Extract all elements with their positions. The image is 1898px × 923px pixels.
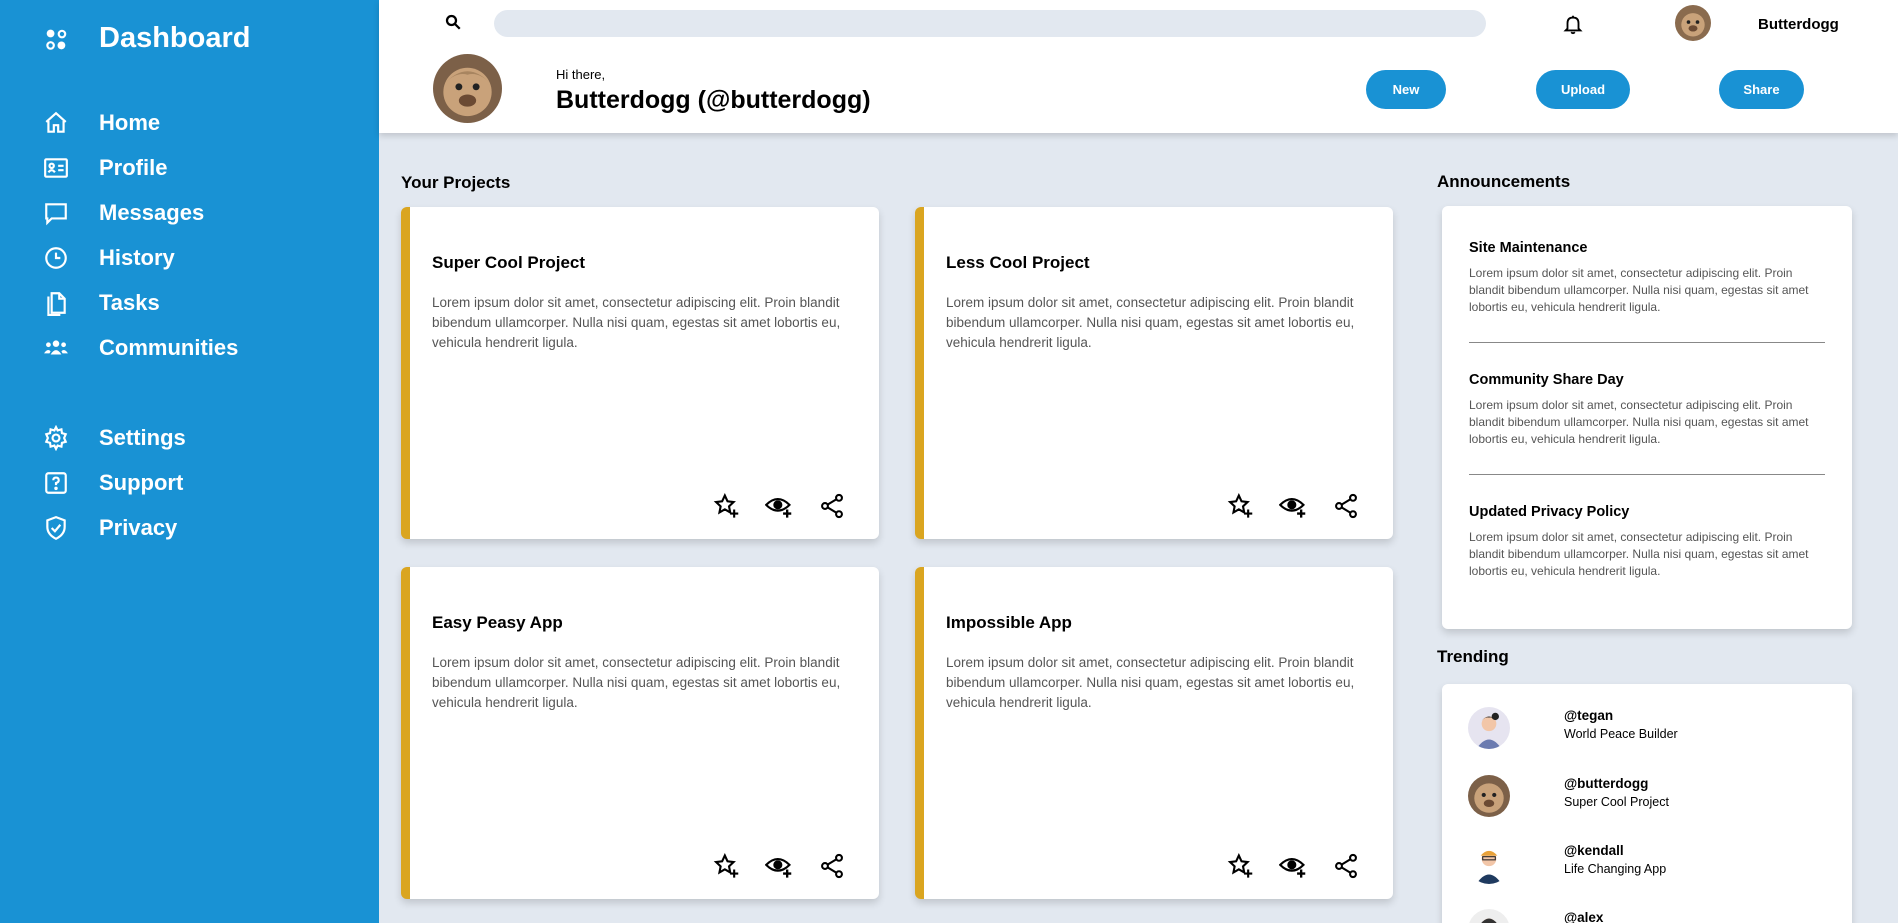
- sidebar-item-label: History: [99, 245, 175, 270]
- trending-handle: @tegan: [1564, 708, 1614, 723]
- announcement-title: Updated Privacy Policy: [1469, 504, 1630, 520]
- header-username[interactable]: Butterdogg: [1758, 16, 1839, 33]
- search-icon[interactable]: [444, 13, 462, 31]
- gear-icon: [44, 425, 68, 451]
- sidebar-item-label: Support: [99, 470, 184, 495]
- favorite-add-icon[interactable]: [712, 852, 740, 880]
- trending-item[interactable]: @kendall Life Changing App: [1468, 842, 1828, 886]
- project-description: Lorem ipsum dolor sit amet, consectetur …: [946, 655, 1355, 710]
- project-title: Super Cool Project: [432, 253, 586, 272]
- search-input[interactable]: [494, 10, 1486, 37]
- sidebar-item-support[interactable]: Support: [0, 462, 379, 502]
- project-description: Lorem ipsum dolor sit amet, consectetur …: [432, 295, 841, 350]
- trending-handle: @butterdogg: [1564, 776, 1649, 791]
- upload-button[interactable]: Upload: [1536, 70, 1630, 109]
- sidebar-item-label: Messages: [99, 200, 205, 225]
- avatar: [1468, 842, 1510, 884]
- sidebar-item-home[interactable]: Home: [0, 102, 379, 142]
- clock-icon: [45, 247, 67, 269]
- trending-description: World Peace Builder: [1564, 727, 1678, 741]
- share-icon[interactable]: [818, 852, 846, 880]
- project-card[interactable]: Easy Peasy App Lorem ipsum dolor sit ame…: [401, 567, 879, 899]
- announcement[interactable]: Community Share Day Lorem ipsum dolor si…: [1469, 372, 1825, 448]
- divider: [1469, 342, 1825, 343]
- sidebar-item-label: Settings: [99, 425, 186, 450]
- trending-handle: @kendall: [1564, 843, 1624, 858]
- favorite-add-icon[interactable]: [1226, 492, 1254, 520]
- avatar: [1468, 707, 1510, 749]
- bell-icon[interactable]: [1562, 12, 1584, 36]
- shield-icon: [46, 516, 66, 541]
- greeting: Hi there,: [556, 67, 606, 82]
- trending-item[interactable]: @tegan World Peace Builder: [1468, 707, 1828, 751]
- profile-avatar: [433, 54, 502, 123]
- project-title: Less Cool Project: [946, 253, 1090, 272]
- sidebar-item-communities[interactable]: Communities: [0, 327, 379, 367]
- share-icon[interactable]: [1332, 852, 1360, 880]
- sidebar-item-profile[interactable]: Profile: [0, 147, 379, 187]
- share-button[interactable]: Share: [1719, 70, 1804, 109]
- sidebar: Dashboard Home Profile Messages History …: [0, 0, 379, 923]
- home-icon: [45, 111, 67, 133]
- watch-add-icon[interactable]: [1279, 492, 1307, 520]
- favorite-add-icon[interactable]: [1226, 852, 1254, 880]
- message-icon: [45, 203, 67, 226]
- sidebar-item-label: Privacy: [99, 515, 178, 540]
- sidebar-item-privacy[interactable]: Privacy: [0, 507, 379, 547]
- announcement-text: Lorem ipsum dolor sit amet, consectetur …: [1469, 398, 1809, 446]
- document-icon: [47, 292, 66, 316]
- trending-handle: @alex: [1564, 910, 1604, 923]
- share-icon[interactable]: [1332, 492, 1360, 520]
- watch-add-icon[interactable]: [765, 852, 793, 880]
- sidebar-item-label: Profile: [99, 155, 168, 180]
- help-icon: [45, 472, 67, 494]
- avatar[interactable]: [1675, 5, 1711, 41]
- announcement-title: Site Maintenance: [1469, 240, 1588, 256]
- project-title: Impossible App: [946, 613, 1072, 632]
- watch-add-icon[interactable]: [765, 492, 793, 520]
- avatar: [1468, 775, 1510, 817]
- sidebar-item-label: Communities: [99, 335, 239, 360]
- sidebar-item-history[interactable]: History: [0, 237, 379, 277]
- header: Butterdogg Hi there, Butterdogg (@butter…: [379, 0, 1898, 133]
- share-icon[interactable]: [818, 492, 846, 520]
- project-title: Easy Peasy App: [432, 613, 563, 632]
- avatar: [1468, 909, 1510, 923]
- announcements-panel: Site Maintenance Lorem ipsum dolor sit a…: [1442, 206, 1852, 629]
- trending-description: Super Cool Project: [1564, 795, 1669, 809]
- announcement-title: Community Share Day: [1469, 372, 1624, 388]
- trending-panel: @tegan World Peace Builder @butterdogg S…: [1442, 684, 1852, 923]
- announcement[interactable]: Site Maintenance Lorem ipsum dolor sit a…: [1469, 240, 1825, 316]
- new-button[interactable]: New: [1366, 70, 1446, 109]
- announcement-text: Lorem ipsum dolor sit amet, consectetur …: [1469, 530, 1809, 578]
- project-card[interactable]: Less Cool Project Lorem ipsum dolor sit …: [915, 207, 1393, 539]
- project-card[interactable]: Impossible App Lorem ipsum dolor sit ame…: [915, 567, 1393, 899]
- page-title: Butterdogg (@butterdogg): [556, 86, 871, 114]
- profile-card-icon: [44, 158, 68, 178]
- announcement-text: Lorem ipsum dolor sit amet, consectetur …: [1469, 266, 1809, 314]
- trending-item[interactable]: @butterdogg Super Cool Project: [1468, 775, 1828, 819]
- watch-add-icon[interactable]: [1279, 852, 1307, 880]
- trending-item[interactable]: @alex: [1468, 909, 1828, 923]
- favorite-add-icon[interactable]: [712, 492, 740, 520]
- project-description: Lorem ipsum dolor sit amet, consectetur …: [432, 655, 841, 710]
- announcements-title: Announcements: [1437, 172, 1571, 191]
- sidebar-item-tasks[interactable]: Tasks: [0, 282, 379, 322]
- sidebar-item-settings[interactable]: Settings: [0, 417, 379, 457]
- divider: [1469, 474, 1825, 475]
- brand-title: Dashboard: [99, 22, 251, 54]
- sidebar-item-messages[interactable]: Messages: [0, 192, 379, 232]
- sidebar-item-label: Tasks: [99, 290, 160, 315]
- brand[interactable]: Dashboard: [43, 20, 250, 60]
- projects-title: Your Projects: [401, 173, 511, 192]
- project-card[interactable]: Super Cool Project Lorem ipsum dolor sit…: [401, 207, 879, 539]
- trending-title: Trending: [1437, 647, 1509, 666]
- dashboard-logo-icon: [46, 29, 67, 50]
- announcement[interactable]: Updated Privacy Policy Lorem ipsum dolor…: [1469, 504, 1825, 580]
- sidebar-item-label: Home: [99, 110, 161, 135]
- project-description: Lorem ipsum dolor sit amet, consectetur …: [946, 295, 1355, 350]
- trending-description: Life Changing App: [1564, 862, 1667, 876]
- people-icon: [44, 340, 68, 355]
